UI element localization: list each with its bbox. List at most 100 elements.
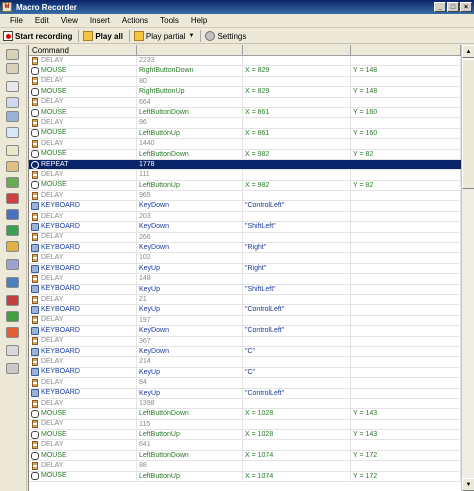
table-row[interactable]: KEYBOARD KeyUp "C" — [29, 367, 461, 379]
table-row[interactable]: DELAY 80 — [29, 76, 461, 88]
table-row[interactable]: MOUSE RightButtonDown X = 829 Y = 148 — [29, 66, 461, 77]
scroll-thumb[interactable] — [462, 59, 474, 189]
table-row[interactable]: KEYBOARD KeyDown "ShiftLeft" — [29, 222, 461, 233]
note-icon[interactable] — [6, 363, 19, 374]
command-text: MOUSE — [41, 87, 67, 95]
menu-insert[interactable]: Insert — [84, 16, 116, 25]
menu-edit[interactable]: Edit — [29, 16, 55, 25]
table-row[interactable]: DELAY 641 — [29, 440, 461, 451]
cell-param2: "ControlLeft" — [243, 388, 351, 398]
column-header-param2[interactable] — [243, 45, 351, 55]
window-tool-icon[interactable] — [6, 111, 19, 122]
cell-param2: "ControlLeft" — [243, 201, 351, 211]
table-row[interactable]: DELAY 84 — [29, 378, 461, 389]
cell-command: DELAY — [29, 440, 137, 450]
table-row[interactable]: MOUSE LeftButtonUp X = 861 Y = 160 — [29, 128, 461, 140]
play-all-button[interactable]: Play all — [83, 31, 123, 41]
table-row[interactable]: DELAY 214 — [29, 357, 461, 368]
message-icon[interactable] — [6, 345, 19, 356]
play-partial-button[interactable]: Play partial ▼ — [133, 31, 195, 41]
table-row[interactable]: DELAY 367 — [29, 336, 461, 347]
web-icon[interactable] — [6, 225, 19, 236]
cell-command: DELAY — [29, 336, 137, 346]
menu-file[interactable]: File — [4, 16, 29, 25]
table-row[interactable]: KEYBOARD KeyDown "ControlLeft" — [29, 201, 461, 212]
color-picker-icon[interactable] — [6, 177, 19, 188]
vertical-scrollbar[interactable]: ▲ ▼ — [461, 45, 474, 491]
table-row[interactable]: MOUSE LeftButtonDown X = 861 Y = 160 — [29, 107, 461, 119]
cell-command: KEYBOARD — [29, 367, 137, 378]
dropdown-arrow-icon[interactable]: ▼ — [189, 33, 195, 39]
text-tool-icon[interactable] — [6, 145, 19, 156]
minimize-button[interactable]: _ — [434, 2, 446, 12]
table-row[interactable]: DELAY 102 — [29, 253, 461, 264]
menu-help[interactable]: Help — [185, 16, 213, 25]
close-button[interactable]: × — [460, 2, 472, 12]
variable-icon[interactable] — [6, 259, 19, 270]
table-row[interactable]: MOUSE RightButtonUp X = 829 Y = 148 — [29, 87, 461, 98]
column-header-param1[interactable] — [137, 45, 243, 55]
cell-param2: X = 829 — [243, 87, 351, 97]
scroll-up-button[interactable]: ▲ — [462, 45, 474, 58]
table-row[interactable]: MOUSE LeftButtonDown X = 1028 Y = 143 — [29, 409, 461, 420]
cell-command: DELAY — [29, 139, 137, 149]
menu-actions[interactable]: Actions — [116, 16, 154, 25]
menu-tools[interactable]: Tools — [154, 16, 185, 25]
record-icon[interactable] — [6, 327, 19, 338]
info-icon[interactable] — [6, 209, 19, 220]
column-header-param3[interactable] — [351, 45, 461, 55]
table-row[interactable]: DELAY 1398 — [29, 398, 461, 410]
cell-param3 — [351, 367, 461, 378]
title-bar: M Macro Recorder _ □ × — [0, 0, 474, 14]
table-row[interactable]: MOUSE LeftButtonDown X = 1074 Y = 172 — [29, 450, 461, 462]
settings-button[interactable]: Settings — [205, 31, 246, 41]
cell-command: KEYBOARD — [29, 222, 137, 232]
repeat-tool-icon[interactable] — [6, 277, 19, 288]
table-row[interactable]: DELAY 664 — [29, 97, 461, 108]
scroll-down-button[interactable]: ▼ — [462, 478, 474, 491]
table-row[interactable]: DELAY 2233 — [29, 56, 461, 67]
table-row[interactable]: MOUSE LeftButtonUp X = 1074 Y = 172 — [29, 471, 461, 483]
play-icon[interactable] — [6, 311, 19, 322]
cell-param1: 1778 — [137, 159, 243, 170]
stop-icon[interactable] — [6, 193, 19, 204]
table-row[interactable]: DELAY 1440 — [29, 139, 461, 150]
table-row[interactable]: DELAY 148 — [29, 274, 461, 285]
table-row[interactable]: DELAY 965 — [29, 191, 461, 202]
cell-param1: LeftButtonUp — [137, 128, 243, 139]
maximize-button[interactable]: □ — [447, 2, 459, 12]
table-row[interactable]: KEYBOARD KeyUp "ControlLeft" — [29, 388, 461, 399]
table-row[interactable]: KEYBOARD KeyUp "Right" — [29, 263, 461, 275]
start-recording-button[interactable]: Start recording — [3, 31, 72, 41]
table-row[interactable]: KEYBOARD KeyUp "ShiftLeft" — [29, 284, 461, 295]
table-row[interactable]: DELAY 96 — [29, 118, 461, 129]
mouse-tool-icon[interactable] — [6, 81, 19, 92]
table-row[interactable]: DELAY 266 — [29, 232, 461, 244]
table-row[interactable]: DELAY 197 — [29, 315, 461, 327]
table-row[interactable]: KEYBOARD KeyDown "C" — [29, 346, 461, 358]
image-tool-icon[interactable] — [6, 127, 19, 138]
file-icon[interactable] — [6, 241, 19, 252]
table-row[interactable]: REPEAT 1778 — [29, 159, 461, 171]
table-row[interactable]: MOUSE LeftButtonDown X = 982 Y = 82 — [29, 149, 461, 160]
text-insert-icon[interactable] — [6, 295, 19, 306]
delay-tool-icon[interactable] — [6, 161, 19, 172]
table-row[interactable]: DELAY 111 — [29, 170, 461, 181]
table-row[interactable]: DELAY 88 — [29, 461, 461, 472]
redo-icon[interactable] — [6, 63, 19, 74]
table-row[interactable]: KEYBOARD KeyDown "ControlLeft" — [29, 326, 461, 337]
column-header-command[interactable]: Command — [29, 45, 137, 55]
table-row[interactable]: MOUSE LeftButtonUp X = 982 Y = 82 — [29, 180, 461, 192]
table-row[interactable]: KEYBOARD KeyUp "ControlLeft" — [29, 305, 461, 316]
cell-param1: KeyUp — [137, 284, 243, 294]
cell-param2: "C" — [243, 367, 351, 378]
menu-view[interactable]: View — [55, 16, 84, 25]
table-row[interactable]: MOUSE LeftButtonUp X = 1028 Y = 143 — [29, 430, 461, 441]
table-row[interactable]: KEYBOARD KeyDown "Right" — [29, 243, 461, 254]
undo-icon[interactable] — [6, 49, 19, 60]
keyboard-tool-icon[interactable] — [6, 97, 19, 108]
command-text: DELAY — [41, 212, 64, 220]
table-row[interactable]: DELAY 115 — [29, 419, 461, 431]
table-row[interactable]: DELAY 203 — [29, 211, 461, 223]
table-row[interactable]: DELAY 21 — [29, 294, 461, 306]
